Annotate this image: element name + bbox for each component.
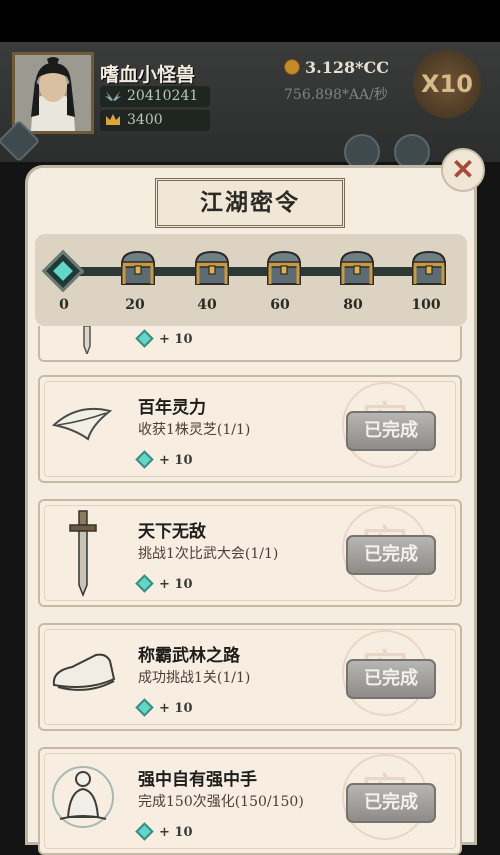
gold-display: 3.128*CC <box>284 58 389 77</box>
power-value: 20410241 <box>127 88 199 104</box>
milestone-label: 40 <box>197 297 217 313</box>
task-reward: + 10 <box>135 698 193 717</box>
close-icon: ✕ <box>451 153 475 186</box>
gold-rate: 756.898*AA/秒 <box>284 87 388 103</box>
gem-icon <box>135 450 154 469</box>
crown-icon <box>106 114 120 125</box>
milestone-label: 100 <box>411 297 441 313</box>
task-card: 密强中自有强中手完成150次强化(150/150)+ 10已完成 <box>38 747 462 855</box>
treasure-chest-icon[interactable] <box>338 248 376 288</box>
completed-button[interactable]: 已完成 <box>346 783 436 823</box>
task-card: 密天下无敌挑战1次比武大会(1/1)+ 10已完成 <box>38 499 462 607</box>
completed-button[interactable]: 已完成 <box>346 659 436 699</box>
treasure-chest-icon[interactable] <box>410 248 448 288</box>
task-reward: + 10 <box>135 329 193 348</box>
player-name: 嗜血小怪兽 <box>100 64 196 86</box>
sword-icon <box>48 509 130 598</box>
player-hud: 嗜血小怪兽 20410241 3400 3.128*CC 756.898*AA/… <box>0 42 500 170</box>
progress-area <box>35 234 467 326</box>
treasure-chest-icon[interactable] <box>119 248 157 288</box>
task-description: 完成150次强化(150/150) <box>138 794 304 810</box>
gold-amount: 3.128*CC <box>305 58 389 77</box>
task-card-partial: + 10 <box>38 326 462 362</box>
task-reward: + 10 <box>135 822 193 841</box>
task-description: 挑战1次比武大会(1/1) <box>138 546 279 562</box>
gem-icon <box>135 698 154 717</box>
task-reward: + 10 <box>135 574 193 593</box>
task-name: 称霸武林之路 <box>138 646 240 666</box>
wings-icon <box>105 91 121 101</box>
task-name: 天下无敌 <box>138 522 206 542</box>
milestone-label: 20 <box>125 297 145 313</box>
milestone-label: 0 <box>59 297 69 313</box>
treasure-chest-icon[interactable] <box>193 248 231 288</box>
milestone-label: 80 <box>343 297 363 313</box>
task-name: 强中自有强中手 <box>138 770 257 790</box>
crown-value: 3400 <box>127 112 163 128</box>
task-card: 密百年灵力收获1株灵芝(1/1)+ 10已完成 <box>38 375 462 483</box>
completed-button[interactable]: 已完成 <box>346 535 436 575</box>
completed-button[interactable]: 已完成 <box>346 411 436 451</box>
coin-icon <box>284 59 300 75</box>
multiplier-button[interactable]: X10 <box>413 50 481 118</box>
crown-stat: 3400 <box>100 110 210 131</box>
close-button[interactable]: ✕ <box>441 148 485 192</box>
treasure-chest-icon[interactable] <box>265 248 303 288</box>
milestone-label: 60 <box>270 297 290 313</box>
status-bar <box>0 0 500 42</box>
panel-title: 江湖密令 <box>155 178 345 228</box>
task-name: 百年灵力 <box>138 398 206 418</box>
feather-icon <box>48 385 130 473</box>
gem-icon <box>135 574 154 593</box>
task-description: 成功挑战1关(1/1) <box>138 670 251 686</box>
sword-tip-icon <box>83 326 91 354</box>
gem-icon <box>135 329 154 348</box>
task-reward: + 10 <box>135 450 193 469</box>
task-card: 密称霸武林之路成功挑战1关(1/1)+ 10已完成 <box>38 623 462 731</box>
shoe-icon <box>48 633 130 721</box>
power-stat: 20410241 <box>100 86 210 107</box>
task-description: 收获1株灵芝(1/1) <box>138 422 251 438</box>
avatar[interactable] <box>12 52 94 134</box>
